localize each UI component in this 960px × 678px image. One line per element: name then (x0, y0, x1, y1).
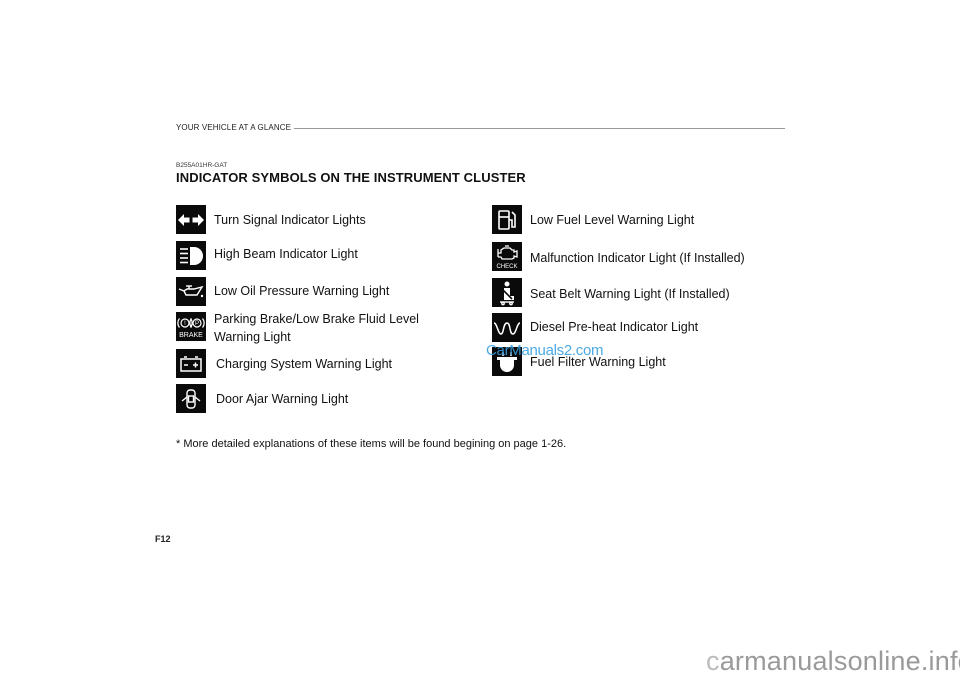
page-title: INDICATOR SYMBOLS ON THE INSTRUMENT CLUS… (176, 170, 526, 185)
fuel-pump-icon (492, 205, 522, 234)
high-beam-icon (176, 241, 206, 270)
turn-signal-icon (176, 205, 206, 234)
watermark-overlay: CarManuals2.com (486, 342, 604, 359)
list-item-label: Parking Brake/Low Brake Fluid Level (214, 312, 419, 326)
seat-belt-icon (492, 278, 522, 307)
list-item-label: Charging System Warning Light (216, 357, 393, 371)
section-header: YOUR VEHICLE AT A GLANCE (176, 123, 292, 132)
document-code: B255A01HR-GAT (176, 162, 228, 169)
watermark-footer-text: armanualsonline.info (719, 646, 960, 676)
header-rule (294, 128, 785, 129)
list-item-label: High Beam Indicator Light (214, 247, 358, 261)
battery-icon (176, 349, 206, 378)
list-item-label-continued: Warning Light (214, 330, 291, 344)
list-item-label: Low Fuel Level Warning Light (530, 213, 695, 227)
svg-text:!: ! (184, 321, 186, 327)
list-item-label: Door Ajar Warning Light (216, 392, 349, 406)
brake-icon: ! P BRAKE (176, 312, 206, 341)
list-item-label: Turn Signal Indicator Lights (214, 213, 366, 227)
list-item-label: Low Oil Pressure Warning Light (214, 284, 390, 298)
list-item-label: Diesel Pre-heat Indicator Light (530, 320, 699, 334)
list-item-label: Malfunction Indicator Light (If Installe… (530, 251, 745, 265)
list-item-label: Seat Belt Warning Light (If Installed) (530, 287, 730, 301)
check-engine-icon: CHECK (492, 242, 522, 271)
glow-plug-icon (492, 313, 522, 342)
page-number: F12 (155, 534, 171, 544)
oil-pressure-icon (176, 277, 206, 306)
watermark-footer: carmanualsonline.info (706, 646, 960, 677)
check-engine-icon-text: CHECK (496, 264, 517, 270)
svg-text:P: P (195, 321, 199, 327)
brake-icon-text: BRAKE (179, 332, 203, 339)
footnote: * More detailed explanations of these it… (176, 438, 567, 450)
watermark-footer-prefix: c (706, 646, 720, 676)
door-ajar-icon (176, 384, 206, 413)
